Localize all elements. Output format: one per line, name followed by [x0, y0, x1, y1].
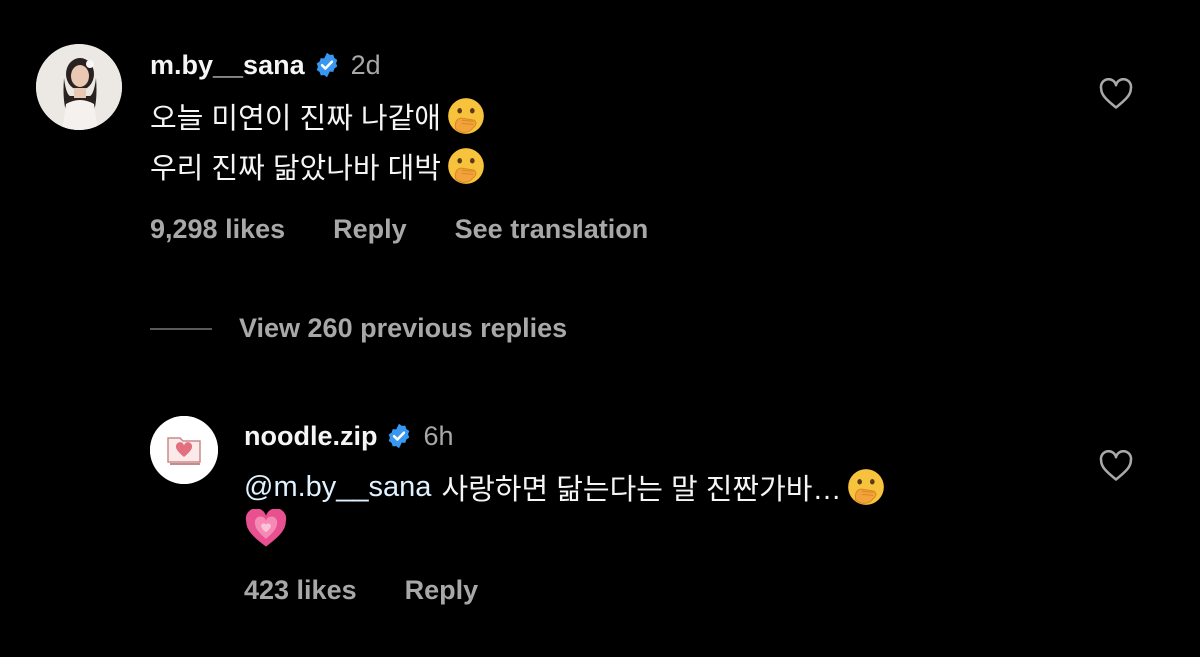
see-translation-button[interactable]: See translation — [455, 214, 649, 245]
timestamp: 6h — [423, 420, 454, 451]
timestamp: 2d — [350, 49, 381, 80]
comment-text-line-1: 오늘 미연이 진짜 나같애 — [150, 96, 487, 136]
comment-text: 오늘 미연이 진짜 나같애 — [150, 103, 441, 135]
growing-heart-emoji — [245, 509, 287, 547]
avatar[interactable] — [150, 416, 218, 484]
mention-link[interactable]: @m.by__sana — [244, 471, 431, 504]
comment-text: 우리 진짜 닮았나바 대박 — [150, 153, 441, 185]
comment-actions: 9,298 likes Reply See translation — [150, 214, 696, 245]
likes-count[interactable]: 423 likes — [244, 575, 357, 606]
heart-outline-icon[interactable] — [1099, 450, 1133, 482]
shushing-face-emoji — [848, 469, 885, 505]
likes-count[interactable]: 9,298 likes — [150, 214, 285, 245]
heart-outline-icon[interactable] — [1099, 78, 1133, 110]
avatar[interactable] — [36, 44, 122, 130]
shushing-face-emoji — [448, 98, 484, 134]
reply-button[interactable]: Reply — [405, 575, 479, 606]
username[interactable]: m.by__sana — [150, 50, 305, 81]
reply-text: 사랑하면 닮는다는 말 진짠가바… — [441, 474, 842, 506]
reply-header: noodle.zip 6h — [244, 419, 454, 453]
verified-badge-icon — [316, 52, 337, 78]
noodle-logo-icon — [150, 416, 218, 484]
reply-text-line-2 — [244, 507, 288, 551]
view-replies-label: View 260 previous replies — [239, 313, 568, 343]
comment-text-line-2: 우리 진짜 닮았나바 대박 — [150, 146, 487, 186]
avatar-photo-icon — [36, 44, 122, 130]
reply-actions: 423 likes Reply — [244, 575, 526, 606]
view-previous-replies[interactable]: View 260 previous replies — [150, 313, 567, 344]
reply-text-line-1: @m.by__sana 사랑하면 닮는다는 말 진짠가바… — [244, 467, 887, 507]
verified-badge-icon — [389, 423, 410, 449]
shushing-face-emoji — [448, 148, 484, 184]
comment-header: m.by__sana 2d — [150, 48, 381, 82]
username[interactable]: noodle.zip — [244, 421, 377, 452]
divider-line — [150, 327, 212, 330]
reply-button[interactable]: Reply — [333, 214, 407, 245]
